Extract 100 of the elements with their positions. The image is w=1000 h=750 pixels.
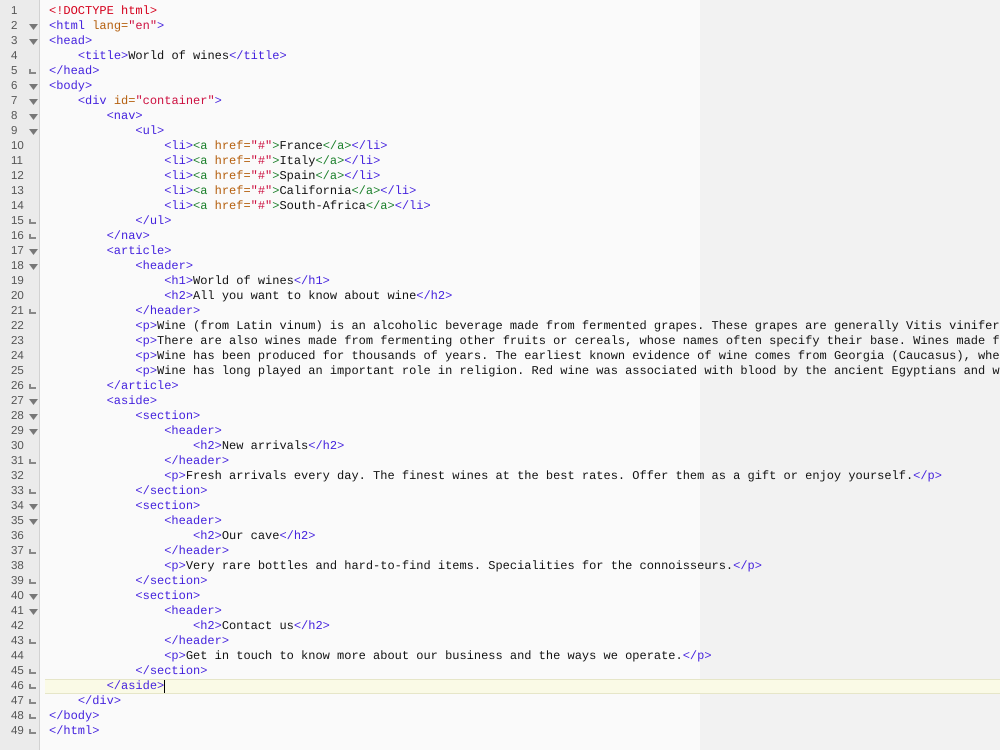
code-line: <div id="container">: [78, 94, 222, 109]
line-number: 9: [11, 124, 18, 139]
line-number: 18: [11, 259, 25, 274]
code-line: </aside>: [106, 680, 164, 693]
fold-end-icon: [29, 459, 36, 464]
code-line: <header>: [164, 514, 222, 529]
line-number: 14: [11, 199, 25, 214]
code-line: <li><a href="#">Spain</a></li>: [164, 169, 380, 184]
line-number: 29: [11, 424, 25, 439]
line-number: 3: [11, 34, 18, 49]
code-line: <h2>New arrivals</h2>: [193, 439, 344, 454]
line-number: 15: [11, 214, 25, 229]
code-line: <html lang="en">: [49, 19, 164, 34]
fold-end-icon: [29, 669, 36, 674]
code-line: <h1>World of wines</h1>: [164, 274, 330, 289]
line-number: 5: [11, 64, 18, 79]
line-number: 8: [11, 109, 18, 124]
fold-end-icon: [29, 309, 36, 314]
line-number: 19: [11, 274, 25, 289]
line-number: 25: [11, 364, 25, 379]
text-cursor: [164, 680, 166, 693]
code-line: </section>: [135, 574, 208, 589]
line-number: 32: [11, 469, 25, 484]
line-number: 12: [11, 169, 25, 184]
code-line: <body>: [49, 79, 92, 94]
code-line: </nav>: [106, 229, 150, 244]
line-number: 42: [11, 619, 25, 634]
code-line: <title>World of wines</title>: [78, 49, 287, 64]
fold-end-icon: [29, 699, 36, 704]
line-number: 36: [11, 529, 25, 544]
code-line: </html>: [49, 724, 100, 739]
fold-end-icon: [29, 69, 36, 74]
code-line: <p>Very rare bottles and hard-to-find items. Specialities for the connoisseurs.</p>: [164, 559, 762, 574]
line-number: 21: [11, 304, 25, 319]
line-number: 44: [11, 649, 25, 664]
line-number: 20: [11, 289, 25, 304]
fold-end-icon: [29, 549, 36, 554]
code-line: <section>: [135, 409, 200, 424]
line-number: 11: [11, 154, 24, 169]
code-line: <header>: [164, 424, 222, 439]
line-number: 46: [11, 679, 25, 694]
code-line: <p>Wine (from Latin vinum) is an alcoholic beverage made from fermented grapes. These grapes are generally Vitis vinifer: [135, 319, 1000, 334]
fold-end-icon: [29, 489, 36, 494]
code-line: <li><a href="#">California</a></li>: [164, 184, 416, 199]
fold-end-icon: [29, 639, 36, 644]
code-line: <p>Fresh arrivals every day. The finest wines at the best rates. Offer them as a gift or enjoy yourself.</p>: [164, 469, 942, 484]
line-number: 17: [11, 244, 25, 259]
line-number: 23: [11, 334, 25, 349]
line-number: 13: [11, 184, 25, 199]
code-line: </ul>: [135, 214, 172, 229]
line-number: 27: [11, 394, 25, 409]
code-line: </header>: [164, 544, 230, 559]
line-number: 26: [11, 379, 25, 394]
code-line: <h2>All you want to know about wine</h2>: [164, 289, 452, 304]
code-line: <h2>Our cave</h2>: [193, 529, 316, 544]
line-number: 35: [11, 514, 25, 529]
fold-end-icon: [29, 234, 36, 239]
fold-end-icon: [29, 684, 36, 689]
line-number: 1: [11, 4, 18, 19]
code-line: <p>Get in touch to know more about our business and the ways we operate.</p>: [164, 649, 712, 664]
line-number: 40: [11, 589, 25, 604]
line-number: 6: [11, 79, 18, 94]
line-number: 33: [11, 484, 25, 499]
line-number: 28: [11, 409, 25, 424]
code-line: <p>There are also wines made from fermenting other fruits or cereals, whose names often specify their base. Wines made f: [135, 334, 1000, 349]
code-line: </div>: [78, 694, 122, 709]
code-line: <section>: [135, 589, 200, 604]
code-line: </body>: [49, 709, 100, 724]
line-number: 7: [11, 94, 18, 109]
code-line: <!DOCTYPE html>: [49, 4, 158, 19]
code-line: <nav>: [106, 109, 143, 124]
code-line: <aside>: [106, 394, 158, 409]
code-line: <li><a href="#">France</a></li>: [164, 139, 388, 154]
code-line: <p>Wine has long played an important role in religion. Red wine was associated with blood by the ancient Egyptians and w: [135, 364, 1000, 379]
code-line: </header>: [164, 454, 230, 469]
code-line: </article>: [106, 379, 179, 394]
code-line: <ul>: [135, 124, 164, 139]
line-number: 16: [11, 229, 25, 244]
fold-end-icon: [29, 714, 36, 719]
code-line: <li><a href="#">South-Africa</a></li>: [164, 199, 431, 214]
fold-end-icon: [29, 384, 36, 389]
line-number: 24: [11, 349, 25, 364]
line-number: 41: [11, 604, 25, 619]
code-line: <article>: [106, 244, 172, 259]
code-line: </section>: [135, 664, 208, 679]
code-line: <h2>Contact us</h2>: [193, 619, 330, 634]
line-number: 45: [11, 664, 25, 679]
code-line: </header>: [135, 304, 200, 319]
fold-end-icon: [29, 579, 36, 584]
code-line: <header>: [164, 604, 222, 619]
line-number: 48: [11, 709, 25, 724]
line-number: 4: [11, 49, 18, 64]
line-number: 49: [11, 724, 25, 739]
line-number: 2: [11, 19, 18, 34]
code-line: </header>: [164, 634, 230, 649]
code-line: <p>Wine has been produced for thousands of years. The earliest known evidence of wine comes from Georgia (Caucasus), whe: [135, 349, 1000, 364]
line-number: 39: [11, 574, 25, 589]
line-number: 47: [11, 694, 25, 709]
fold-end-icon: [29, 729, 36, 734]
code-line: <header>: [135, 259, 194, 274]
